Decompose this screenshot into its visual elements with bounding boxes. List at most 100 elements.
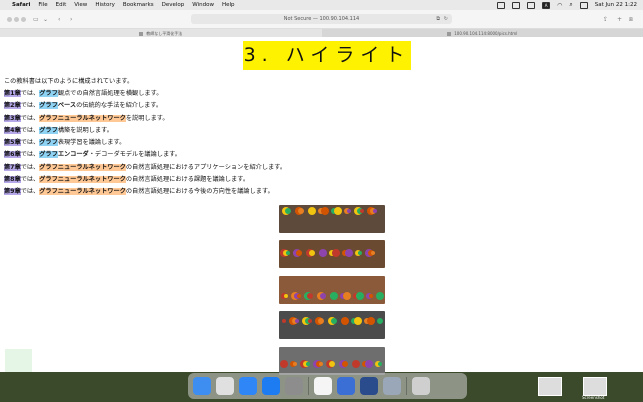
fruit-shape (345, 249, 353, 258)
fruit-shape (356, 291, 364, 300)
status-screen-icon[interactable] (497, 1, 506, 9)
chapter-number: 第4章 (4, 126, 21, 134)
image-stack (279, 205, 385, 382)
status-battery-icon[interactable] (527, 1, 536, 9)
fruit-shape (365, 359, 373, 368)
fruit-shape (371, 251, 375, 256)
trash-icon[interactable] (412, 377, 430, 395)
fruit-shape (280, 359, 288, 368)
menu-app-safari[interactable]: Safari (12, 2, 30, 8)
chapter-number: 第2章 (4, 102, 21, 110)
fruit-shape (330, 291, 338, 300)
clock-text[interactable]: Sat Jun 22 1:22 (595, 2, 637, 8)
fruit-bowls-image-1 (279, 205, 385, 233)
back-icon[interactable]: ‹ (58, 17, 60, 23)
finder-icon[interactable] (193, 377, 211, 395)
desktop-thumbnail[interactable] (538, 377, 562, 396)
chapter-description: の自然言語処理におけるアプリケーションを紹介します。 (125, 163, 287, 171)
fruit-shape (343, 291, 351, 300)
chapter-number: 第5章 (4, 139, 21, 147)
system-settings-icon[interactable] (285, 377, 303, 395)
menu-help[interactable]: Help (222, 2, 235, 8)
chapter-line: 第7章では、グラフニューラルネットワークの自然言語処理におけるアプリケーションを… (4, 162, 286, 174)
menu-bar: Safari File Edit View History Bookmarks … (0, 0, 643, 10)
fruit-shape (297, 293, 301, 298)
menu-bookmarks[interactable]: Bookmarks (123, 2, 154, 8)
green-patch (5, 349, 32, 372)
intro-text: この教科書は以下のように構成されています。 (4, 78, 134, 85)
fruit-shape (308, 319, 312, 324)
chapter-highlight: グラフ (39, 90, 58, 97)
fruit-shape (296, 250, 302, 257)
chapter-highlight: グラフニューラルネットワーク (39, 114, 126, 122)
fruit-shape (332, 249, 340, 258)
reload-icon[interactable]: ↻ (444, 14, 448, 24)
translate-icon[interactable]: ⧉ (436, 14, 440, 24)
fruit-shape (334, 207, 342, 215)
address-bar[interactable]: Not Secure — 100.90.104.114 ⧉ ↻ (191, 14, 452, 24)
fruit-shape (352, 359, 360, 368)
dock (188, 373, 467, 399)
screenshot-file-thumbnail[interactable] (583, 377, 607, 396)
sidebar-toggle-icon[interactable]: ▭ (33, 17, 39, 23)
chapter-list: 第1章では、グラフ観点での自然言語処理を横観します。 第2章では、グラフベースの伝… (4, 88, 286, 199)
freeform-icon[interactable] (314, 377, 332, 395)
launchpad-icon[interactable] (216, 377, 234, 395)
sidebar-chevron-icon[interactable]: ⌄ (43, 17, 48, 23)
new-tab-icon[interactable]: + (617, 17, 622, 23)
chapter-line: 第3章では、グラフニューラルネットワークを説明します。 (4, 113, 286, 125)
chapter-prefix: では、 (20, 163, 40, 171)
menu-develop[interactable]: Develop (162, 2, 185, 8)
fruit-shape (373, 209, 377, 213)
fruit-shape (298, 208, 304, 214)
chapter-bold-term: ベース (57, 102, 77, 110)
wifi-icon[interactable]: ◠ (557, 2, 562, 9)
control-center-icon[interactable] (579, 1, 588, 9)
status-display-icon[interactable] (512, 1, 521, 9)
xcode-icon[interactable] (337, 377, 355, 395)
safari-window: ▭ ⌄ ‹ › Not Secure — 100.90.104.114 ⧉ ↻ … (0, 10, 643, 375)
chapter-line: 第8章では、グラフニューラルネットワークの自然言語処理における課題を議論します。 (4, 174, 286, 186)
chapter-number: 第3章 (4, 114, 21, 122)
menu-view[interactable]: View (74, 2, 87, 8)
chapter-prefix: では、 (20, 188, 40, 196)
chapter-prefix: では、 (20, 114, 40, 122)
search-icon[interactable]: ⌕ (569, 1, 572, 9)
fruit-shape (308, 207, 316, 215)
menu-edit[interactable]: Edit (56, 2, 67, 8)
chapter-description: を説明します。 (125, 114, 169, 122)
tab-label: 100.90.104.114:8000/pics.html (454, 31, 518, 36)
chapter-description: 表現学習を議論します。 (57, 139, 126, 147)
chapter-description: 構築を説明します。 (57, 126, 113, 134)
app-store-icon[interactable] (262, 377, 280, 395)
safari-icon[interactable] (239, 377, 257, 395)
chapter-description: の自然言語処理における課題を議論します。 (125, 176, 250, 184)
chapter-description: 観点での自然言語処理を横観します。 (57, 90, 163, 97)
tab-overview-icon[interactable]: ⧈ (629, 17, 633, 23)
script-editor-icon[interactable] (383, 377, 401, 395)
window-controls[interactable] (7, 17, 26, 23)
chapter-description: の自然言語処理における今後の方向性を議論します。 (125, 188, 274, 196)
chapter-prefix: では、 (20, 102, 40, 110)
menu-history[interactable]: History (95, 2, 115, 8)
preview-icon[interactable] (360, 377, 378, 395)
chapter-prefix: では、 (20, 90, 40, 97)
input-source-icon[interactable]: A (542, 1, 551, 9)
fruit-shape (367, 317, 375, 326)
share-icon[interactable]: ⇪ (603, 17, 608, 23)
menu-window[interactable]: Window (192, 2, 214, 8)
fruit-shape (354, 317, 362, 326)
fruit-shape (318, 318, 324, 325)
chapter-number: 第8章 (4, 176, 21, 184)
fruit-shape (342, 360, 348, 367)
chapter-prefix: では、 (20, 151, 40, 159)
forward-icon[interactable]: › (70, 17, 72, 23)
chapter-line: 第5章では、グラフ表現学習を議論します。 (4, 137, 286, 149)
chapter-bold-term: エンコーダ (57, 151, 89, 159)
menu-file[interactable]: File (38, 2, 47, 8)
chapter-line: 第9章では、グラフニューラルネットワークの自然言語処理における今後の方向性を議論… (4, 186, 286, 198)
fruit-shape (319, 361, 323, 366)
fruit-shape (282, 319, 286, 324)
fruit-bowls-image-2 (279, 240, 385, 269)
page-content: 3. ハイライト この教科書は以下のように構成されています。 第1章では、グラフ… (0, 37, 643, 375)
